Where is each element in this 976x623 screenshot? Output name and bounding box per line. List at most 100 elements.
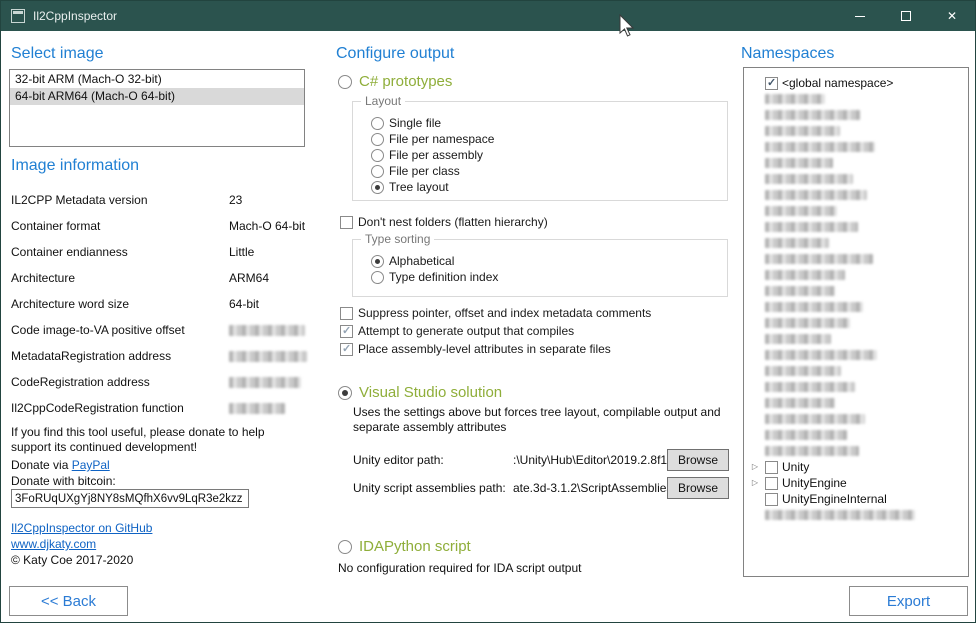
radio-label: File per class: [389, 164, 460, 178]
namespace-item[interactable]: [744, 315, 968, 331]
namespace-item[interactable]: ▷Unity: [744, 459, 968, 475]
namespace-item[interactable]: [744, 363, 968, 379]
namespace-item[interactable]: [744, 267, 968, 283]
checkbox-option[interactable]: Suppress pointer, offset and index metad…: [340, 305, 651, 321]
redacted-namespace: [765, 238, 829, 248]
namespace-item[interactable]: [744, 91, 968, 107]
radio-vs[interactable]: Visual Studio solution: [338, 384, 502, 401]
namespaces-listbox[interactable]: <global namespace> ▷Unity▷UnityEngineUnit…: [743, 67, 969, 577]
namespace-item[interactable]: [744, 331, 968, 347]
namespace-item[interactable]: [744, 123, 968, 139]
info-label: IL2CPP Metadata version: [11, 193, 229, 207]
namespace-item[interactable]: [744, 219, 968, 235]
radio-ida[interactable]: IDAPython script: [338, 538, 471, 555]
namespace-item[interactable]: [744, 443, 968, 459]
minimize-button[interactable]: [837, 1, 883, 31]
radio-icon: [371, 181, 384, 194]
namespace-item[interactable]: [744, 283, 968, 299]
close-button[interactable]: ✕: [929, 1, 975, 31]
titlebar: Il2CppInspector ✕: [1, 1, 975, 31]
back-button[interactable]: << Back: [9, 586, 128, 616]
checkbox-icon: [340, 325, 353, 338]
namespace-item[interactable]: [744, 347, 968, 363]
redacted-namespace: [765, 174, 853, 184]
radio-csharp[interactable]: C# prototypes: [338, 73, 452, 90]
radio-layout-option[interactable]: File per assembly: [371, 147, 727, 163]
unity-editor-path-value[interactable]: :\Unity\Hub\Editor\2019.2.8f1: [513, 453, 667, 467]
redacted-namespace: [765, 302, 863, 312]
layout-group-label: Layout: [361, 94, 405, 108]
radio-icon: [371, 165, 384, 178]
namespace-item[interactable]: ▷UnityEngine: [744, 475, 968, 491]
browse-script-button[interactable]: Browse: [667, 477, 729, 499]
image-list-item[interactable]: 32-bit ARM (Mach-O 32-bit): [10, 71, 304, 88]
namespace-item[interactable]: [744, 235, 968, 251]
app-icon: [11, 9, 25, 23]
github-link[interactable]: Il2CppInspector on GitHub: [11, 521, 152, 535]
checkbox-icon[interactable]: [765, 461, 778, 474]
namespace-label: <global namespace>: [782, 76, 893, 90]
redacted-namespace: [765, 286, 835, 296]
redacted-namespace: [765, 206, 837, 216]
image-listbox[interactable]: 32-bit ARM (Mach-O 32-bit)64-bit ARM64 (…: [9, 69, 305, 147]
info-row: Container endiannessLittle: [11, 239, 307, 265]
redacted-value: [229, 403, 285, 414]
namespace-label: UnityEngineInternal: [782, 492, 887, 506]
info-label: Architecture: [11, 271, 229, 285]
paypal-link[interactable]: PayPal: [72, 458, 110, 472]
namespace-item[interactable]: [744, 107, 968, 123]
layout-groupbox: Layout Single fileFile per namespaceFile…: [352, 101, 728, 201]
maximize-button[interactable]: [883, 1, 929, 31]
radio-layout-option[interactable]: Tree layout: [371, 179, 727, 195]
namespace-item[interactable]: [744, 251, 968, 267]
checkbox-option[interactable]: Attempt to generate output that compiles: [340, 323, 651, 339]
checkbox-icon: [340, 343, 353, 356]
namespace-item[interactable]: [744, 507, 968, 523]
namespace-item[interactable]: [744, 379, 968, 395]
checkbox-icon[interactable]: [765, 477, 778, 490]
checkbox-label: Attempt to generate output that compiles: [358, 324, 574, 338]
unity-script-path-label: Unity script assemblies path:: [353, 481, 513, 495]
redacted-namespace: [765, 350, 877, 360]
type-sorting-group-label: Type sorting: [361, 232, 434, 246]
namespace-item[interactable]: [744, 299, 968, 315]
image-list-item[interactable]: 64-bit ARM64 (Mach-O 64-bit): [10, 88, 304, 105]
radio-icon: [371, 149, 384, 162]
namespace-item[interactable]: [744, 427, 968, 443]
checkbox-option[interactable]: Place assembly-level attributes in separ…: [340, 341, 651, 357]
radio-layout-option[interactable]: File per namespace: [371, 131, 727, 147]
window-controls: ✕: [837, 1, 975, 31]
checkbox-icon[interactable]: [765, 493, 778, 506]
website-link[interactable]: www.djkaty.com: [11, 537, 96, 551]
window-title: Il2CppInspector: [33, 9, 117, 23]
namespace-item[interactable]: [744, 139, 968, 155]
radio-sorting-option[interactable]: Alphabetical: [371, 253, 727, 269]
image-information-header: Image information: [11, 157, 139, 175]
namespace-item[interactable]: [744, 411, 968, 427]
namespace-item[interactable]: [744, 187, 968, 203]
radio-icon: [371, 271, 384, 284]
info-label: MetadataRegistration address: [11, 349, 229, 363]
info-row: MetadataRegistration address: [11, 343, 307, 369]
redacted-value: [229, 377, 301, 388]
expander-icon[interactable]: ▷: [749, 459, 761, 475]
radio-layout-option[interactable]: Single file: [371, 115, 727, 131]
bitcoin-address-input[interactable]: [11, 489, 249, 508]
unity-script-path-value[interactable]: ate.3d-3.1.2\ScriptAssemblies: [513, 481, 667, 495]
export-button[interactable]: Export: [849, 586, 968, 616]
namespace-item[interactable]: [744, 155, 968, 171]
radio-layout-option[interactable]: File per class: [371, 163, 727, 179]
radio-icon: [338, 386, 352, 400]
radio-sorting-option[interactable]: Type definition index: [371, 269, 727, 285]
expander-icon[interactable]: ▷: [749, 475, 761, 491]
namespace-item[interactable]: <global namespace>: [744, 75, 968, 91]
checkbox-icon[interactable]: [765, 77, 778, 90]
namespace-item[interactable]: [744, 171, 968, 187]
checkbox-flatten[interactable]: Don't nest folders (flatten hierarchy): [340, 214, 548, 230]
redacted-namespace: [765, 94, 825, 104]
namespace-item[interactable]: [744, 395, 968, 411]
browse-editor-button[interactable]: Browse: [667, 449, 729, 471]
namespace-item[interactable]: [744, 203, 968, 219]
namespace-item[interactable]: UnityEngineInternal: [744, 491, 968, 507]
checkbox-label: Don't nest folders (flatten hierarchy): [358, 215, 548, 229]
